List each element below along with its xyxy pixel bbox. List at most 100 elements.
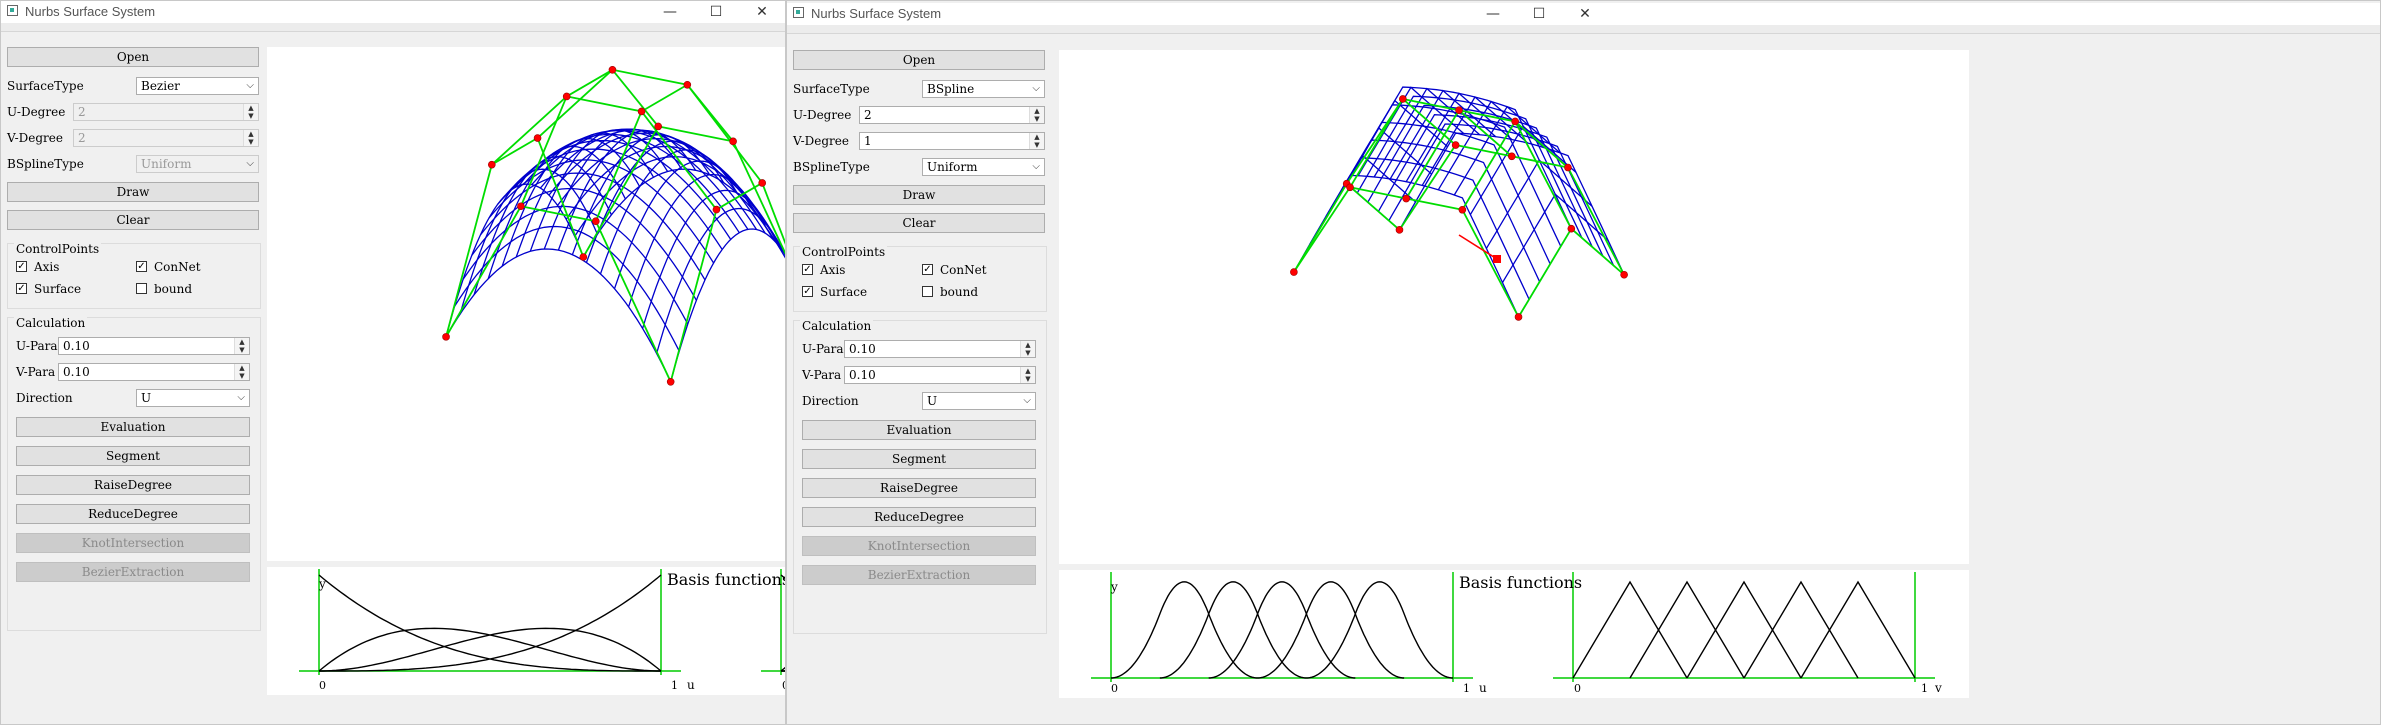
bspline-type-select[interactable]: Uniform ⌵ [136,155,259,173]
clear-button[interactable]: Clear [7,210,259,230]
end-label-u: 1 [1463,682,1470,695]
control-net-edge [491,137,539,166]
control-net-edge [1567,167,1625,276]
bound-checkbox[interactable]: bound [922,285,978,299]
bezier-extraction-button[interactable]: BezierExtraction [802,565,1036,585]
open-button[interactable]: Open [7,47,259,67]
control-point [562,92,571,101]
draw-button[interactable]: Draw [793,185,1045,205]
u-degree-spinbox[interactable]: 2 ▲ ▼ [73,103,259,121]
evaluation-button[interactable]: Evaluation [802,420,1036,440]
connet-checkbox[interactable]: ✓ ConNet [136,260,201,274]
spin-arrows-icon[interactable]: ▲ ▼ [1020,341,1035,357]
spin-arrows-icon[interactable]: ▲ ▼ [1029,133,1044,149]
spin-arrows-icon[interactable]: ▲ ▼ [234,364,249,380]
minimize-button[interactable]: — [1470,3,1516,25]
app-icon [793,7,804,18]
evaluation-button[interactable]: Evaluation [16,417,250,437]
raise-degree-button[interactable]: RaiseDegree [802,478,1036,498]
control-net-edge [641,83,688,113]
v-para-label: V-Para [802,368,842,382]
u-degree-spinbox[interactable]: 2 ▲ ▼ [859,106,1045,124]
axis-checkbox[interactable]: ✓ Axis [16,260,59,274]
spin-arrows-icon[interactable]: ▲ ▼ [243,130,258,146]
bspline-type-label: BSplineType [7,157,84,171]
surface-checkbox[interactable]: ✓ Surface [16,282,81,296]
right-3d-viewport-canvas[interactable] [1059,19,1969,564]
right-window: Nurbs Surface System — ☐ ✕ Open SurfaceT… [786,0,2381,725]
v-basis-curves [1553,572,1935,682]
origin-label-v: 0 [1574,682,1581,695]
spin-arrows-icon[interactable]: ▲ ▼ [1020,367,1035,383]
v-degree-spinbox[interactable]: 1 ▲ ▼ [859,132,1045,150]
calculation-group: Calculation U-Para 0.10 ▲ ▼ V-Para 0.10 ▲ ▼ … [793,319,1047,634]
left-3d-viewport[interactable] [267,29,785,561]
control-point [579,253,588,261]
control-net-edge [1405,109,1460,199]
u-para-spinbox[interactable]: 0.10 ▲ ▼ [58,337,250,355]
surface-type-select[interactable]: BSpline ⌵ [922,80,1045,98]
surface-isoline [479,172,706,281]
u-axis-label: u [1479,681,1487,695]
axis-marker [1493,255,1501,263]
reduce-degree-button[interactable]: ReduceDegree [802,507,1036,527]
minimize-button[interactable]: — [647,1,693,23]
knot-intersection-button[interactable]: KnotIntersection [802,536,1036,556]
direction-select[interactable]: U ⌵ [136,389,250,407]
segment-button[interactable]: Segment [802,449,1036,469]
direction-label: Direction [802,394,859,408]
control-point [1564,163,1572,172]
control-point [712,205,721,214]
surface-isoline [574,156,785,256]
bspline-surface-plot [1290,19,1628,321]
connet-checkbox[interactable]: ✓ ConNet [922,263,987,277]
control-point [1567,224,1576,233]
bspline-type-select[interactable]: Uniform ⌵ [922,158,1045,176]
basis-functions-plot: Basis functions y 0 1 u 0 1 v [299,569,785,692]
segment-button[interactable]: Segment [16,446,250,466]
u-para-label: U-Para [16,339,58,353]
maximize-button[interactable]: ☐ [1516,3,1562,25]
reduce-degree-button[interactable]: ReduceDegree [16,504,250,524]
draw-button[interactable]: Draw [7,182,259,202]
left-menu-bar [1,23,785,32]
control-net-edge [1570,227,1625,276]
close-button[interactable]: ✕ [739,1,785,23]
spin-arrows-icon[interactable]: ▲ ▼ [1029,107,1044,123]
surface-type-select[interactable]: Bezier ⌵ [136,77,259,95]
control-point [683,80,692,89]
close-button[interactable]: ✕ [1562,3,1608,25]
bound-checkbox[interactable]: bound [136,282,192,296]
v-para-spinbox[interactable]: 0.10 ▲ ▼ [844,366,1036,384]
left-title-bar: Nurbs Surface System — ☐ ✕ [1,1,785,23]
maximize-button[interactable]: ☐ [693,1,739,23]
basis-curve [1159,581,1307,679]
spin-arrows-icon[interactable]: ▲ ▼ [243,104,258,120]
surface-isoline [471,187,697,301]
raise-degree-button[interactable]: RaiseDegree [16,475,250,495]
control-point [1451,141,1460,149]
knot-intersection-button[interactable]: KnotIntersection [16,533,250,553]
basis-curve [1110,581,1258,679]
control-net-edge [566,69,613,98]
u-para-spinbox[interactable]: 0.10 ▲ ▼ [844,340,1036,358]
basis-curve [1629,580,1745,679]
direction-select[interactable]: U ⌵ [922,392,1036,410]
u-degree-label: U-Degree [7,105,66,119]
clear-button[interactable]: Clear [793,213,1045,233]
control-net-edge [1293,186,1351,273]
control-point [729,137,737,146]
origin-label-u: 0 [1111,682,1118,695]
spin-arrows-icon[interactable]: ▲ ▼ [234,338,249,354]
axis-checkbox[interactable]: ✓ Axis [802,263,845,277]
calculation-title: Calculation [14,316,88,330]
control-point [1620,270,1628,279]
surface-checkbox[interactable]: ✓ Surface [802,285,867,299]
control-points-title: ControlPoints [800,245,888,259]
open-button[interactable]: Open [793,50,1045,70]
bezier-extraction-button[interactable]: BezierExtraction [16,562,250,582]
v-degree-spinbox[interactable]: 2 ▲ ▼ [73,129,259,147]
surface-isoline [670,228,785,382]
v-para-spinbox[interactable]: 0.10 ▲ ▼ [58,363,250,381]
u-degree-label: U-Degree [793,108,852,122]
